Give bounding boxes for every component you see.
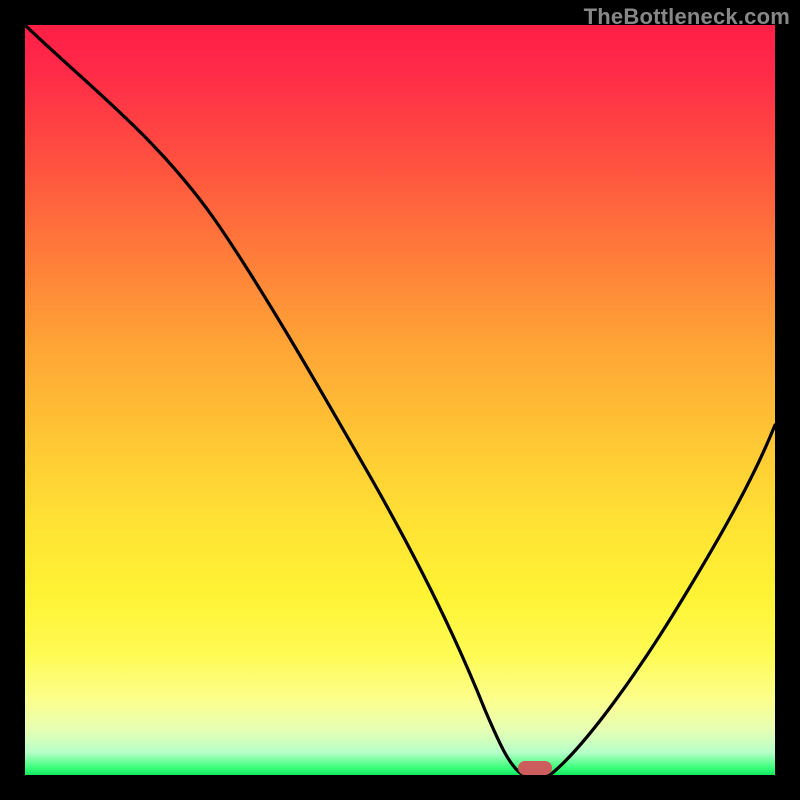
bottleneck-curve (25, 25, 775, 775)
curve-svg (25, 25, 775, 775)
outer-frame: TheBottleneck.com (0, 0, 800, 800)
optimal-marker (518, 761, 552, 775)
plot-area (25, 25, 775, 775)
